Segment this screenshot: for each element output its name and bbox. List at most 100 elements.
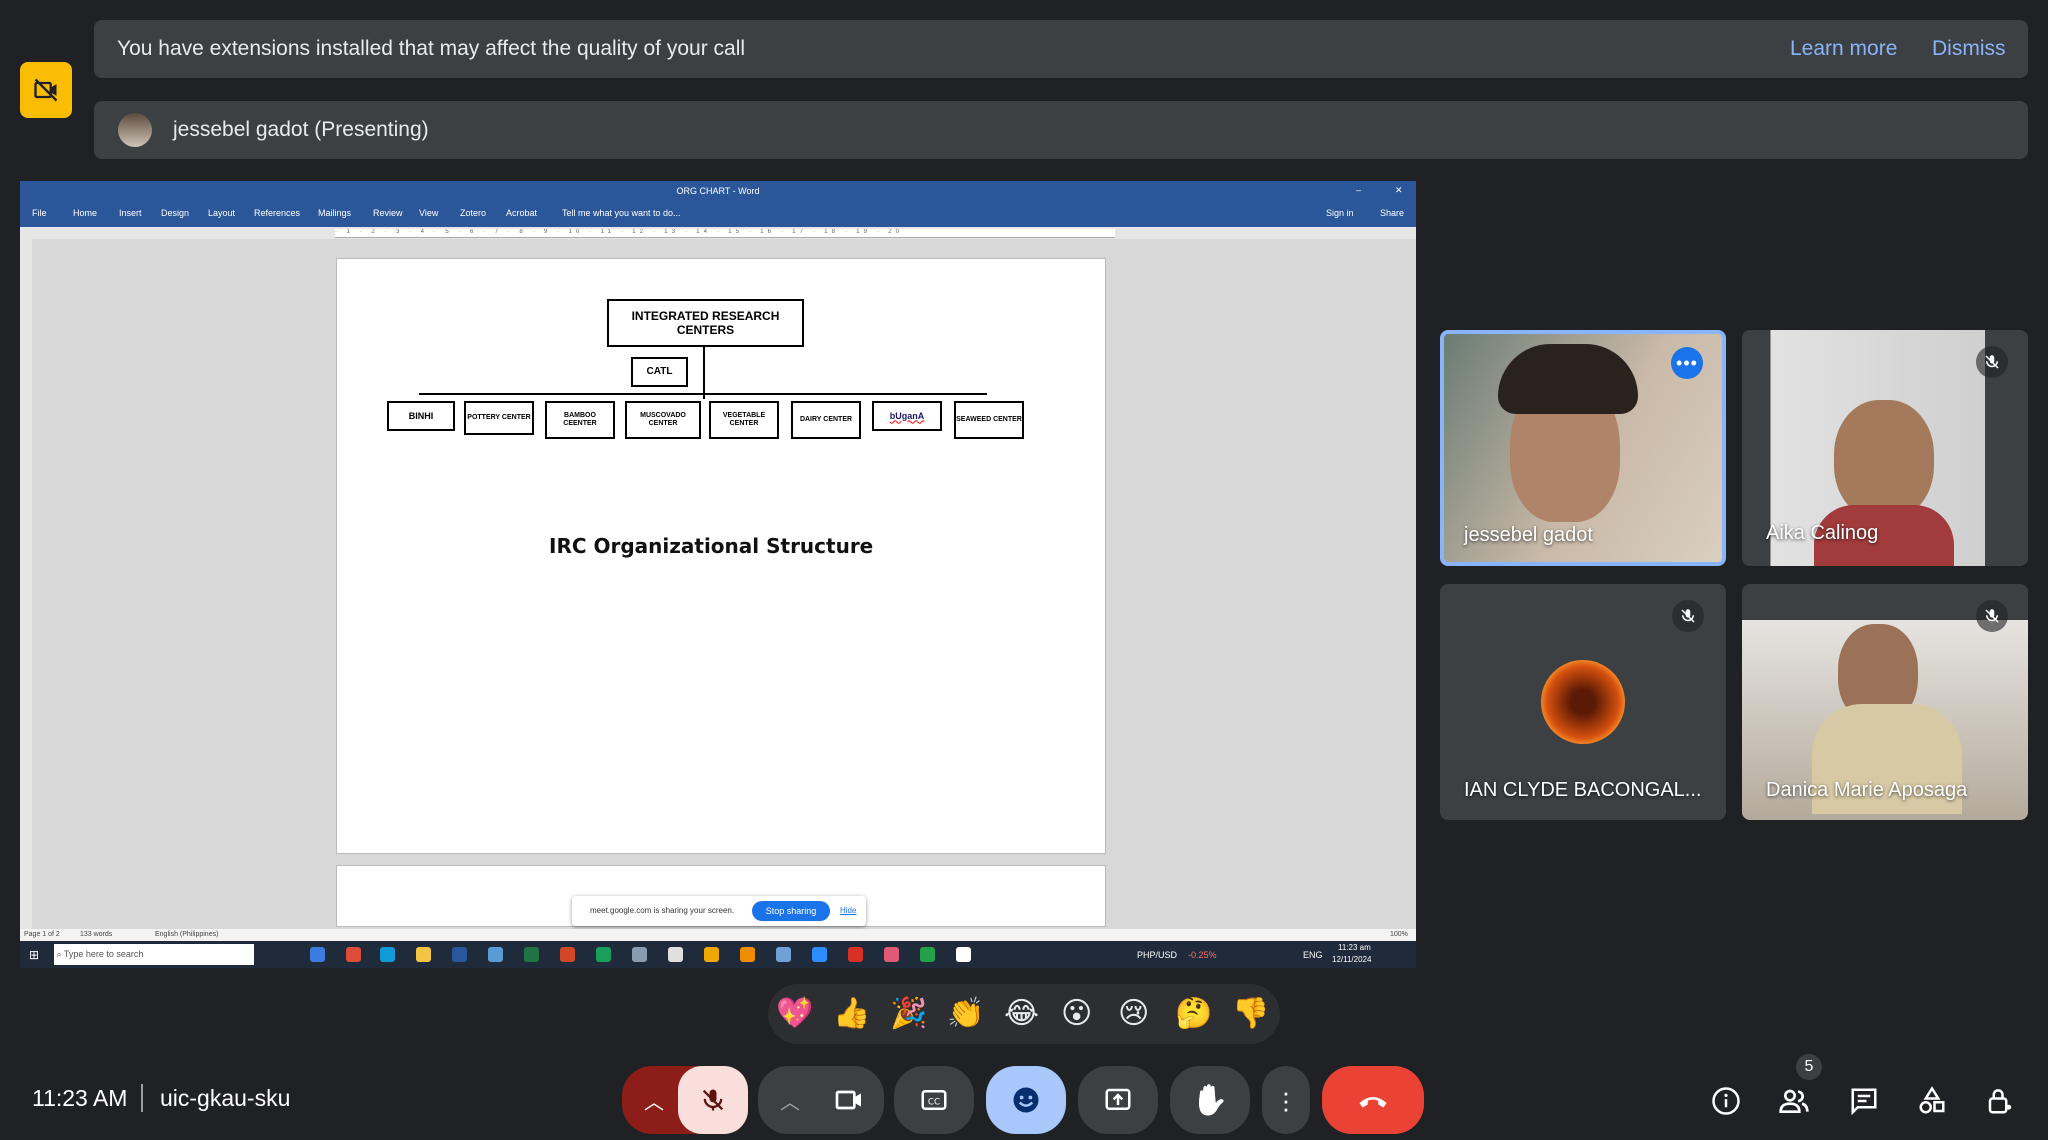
chrome-icon[interactable] bbox=[346, 947, 361, 962]
windows-start-icon[interactable]: ⊞ bbox=[29, 948, 39, 962]
word-status-bar: Page 1 of 2 133 words English (Philippin… bbox=[20, 929, 1416, 941]
participant-avatar bbox=[1541, 660, 1625, 744]
audio-options-chevron-icon[interactable]: ︿ bbox=[644, 1086, 664, 1115]
people-button[interactable] bbox=[1776, 1083, 1812, 1119]
taskbar-date[interactable]: 12/11/2024 bbox=[1332, 955, 1371, 964]
chat-icon bbox=[1851, 1088, 1877, 1116]
shared-screen: ORG CHART - Word File Home Insert Design… bbox=[20, 181, 1416, 968]
task-view-icon[interactable] bbox=[310, 947, 325, 962]
camera-off-indicator[interactable] bbox=[20, 62, 72, 118]
word-tab-insert[interactable]: Insert bbox=[119, 208, 142, 218]
org-child-box: SEAWEED CENTER bbox=[954, 401, 1024, 439]
word-title-bar: ORG CHART - Word File Home Insert Design… bbox=[20, 181, 1416, 227]
participant-tile-aika[interactable]: Aika Calinog bbox=[1742, 330, 2028, 566]
zoom-app-icon[interactable] bbox=[812, 947, 827, 962]
acrobat-icon[interactable] bbox=[848, 947, 863, 962]
reaction-thumbs-up[interactable]: 👍 bbox=[833, 994, 870, 1034]
word-tab-file[interactable]: File bbox=[32, 208, 47, 218]
meeting-details-button[interactable] bbox=[1708, 1083, 1744, 1119]
word-tab-mailings[interactable]: Mailings bbox=[318, 208, 351, 218]
org-child-box: bUganA bbox=[872, 401, 942, 431]
word-tab-view[interactable]: View bbox=[419, 208, 438, 218]
zotero-icon[interactable] bbox=[956, 947, 971, 962]
vlc-icon[interactable] bbox=[740, 947, 755, 962]
publisher-icon[interactable] bbox=[596, 947, 611, 962]
word-share[interactable]: Share bbox=[1380, 208, 1404, 218]
edge-icon[interactable] bbox=[380, 947, 395, 962]
reaction-thumbs-down[interactable]: 👎 bbox=[1232, 994, 1269, 1034]
captions-button[interactable]: CC bbox=[894, 1066, 974, 1134]
word-tab-references[interactable]: References bbox=[254, 208, 300, 218]
raise-hand-button[interactable]: ✋ bbox=[1170, 1066, 1250, 1134]
app-icon[interactable] bbox=[632, 947, 647, 962]
word-tab-design[interactable]: Design bbox=[161, 208, 189, 218]
reactions-bar: 💖 👍 🎉 👏 😂 😮 😢 🤔 👎 bbox=[768, 984, 1280, 1044]
camera-control-group: ︿ bbox=[758, 1066, 884, 1134]
app-icon-2[interactable] bbox=[884, 947, 899, 962]
calculator-icon[interactable] bbox=[776, 947, 791, 962]
reaction-clap[interactable]: 👏 bbox=[947, 994, 984, 1034]
leave-call-button[interactable] bbox=[1322, 1066, 1424, 1134]
taskbar-search[interactable]: ⌕ Type here to search bbox=[54, 944, 254, 965]
present-screen-button[interactable] bbox=[1078, 1066, 1158, 1134]
word-icon[interactable] bbox=[452, 947, 467, 962]
camera-toggle-button[interactable] bbox=[814, 1066, 884, 1134]
word-tab-layout[interactable]: Layout bbox=[208, 208, 235, 218]
reaction-sad[interactable]: 😢 bbox=[1118, 994, 1149, 1034]
closed-captions-icon: CC bbox=[921, 1090, 947, 1110]
dismiss-button[interactable]: Dismiss bbox=[1932, 37, 2006, 61]
language-status: English (Philippines) bbox=[155, 931, 219, 938]
stop-sharing-button[interactable]: Stop sharing bbox=[752, 901, 830, 921]
org-root-box: INTEGRATED RESEARCH CENTERS bbox=[607, 299, 804, 347]
participant-name: Aika Calinog bbox=[1766, 522, 1879, 544]
input-language[interactable]: ENG bbox=[1303, 950, 1323, 960]
org-child-box: VEGETABLE CENTER bbox=[709, 401, 779, 439]
word-sign-in[interactable]: Sign in bbox=[1326, 208, 1354, 218]
excel-icon[interactable] bbox=[524, 947, 539, 962]
word-tab-zotero[interactable]: Zotero bbox=[460, 208, 486, 218]
page-count: Page 1 of 2 bbox=[24, 931, 60, 938]
learn-more-link[interactable]: Learn more bbox=[1790, 37, 1897, 61]
chrome-alt-icon[interactable] bbox=[668, 947, 683, 962]
host-controls-button[interactable] bbox=[1982, 1083, 2018, 1119]
powerpoint-icon[interactable] bbox=[560, 947, 575, 962]
reaction-surprised[interactable]: 😮 bbox=[1061, 994, 1092, 1034]
close-icon[interactable]: ✕ bbox=[1395, 185, 1403, 196]
more-options-button[interactable]: · · · bbox=[1262, 1066, 1310, 1134]
document-page[interactable]: INTEGRATED RESEARCH CENTERS CATL BINHI P… bbox=[336, 258, 1106, 854]
participant-name: jessebel gadot bbox=[1464, 524, 1593, 546]
word-tab-review[interactable]: Review bbox=[373, 208, 403, 218]
lock-person-icon bbox=[1988, 1089, 2012, 1114]
participant-tile-ian[interactable]: IAN CLYDE BACONGAL... bbox=[1440, 584, 1726, 820]
info-icon bbox=[1712, 1087, 1740, 1115]
taskbar-time[interactable]: 11:23 am bbox=[1338, 943, 1371, 952]
participant-tile-danica[interactable]: Danica Marie Aposaga bbox=[1742, 584, 2028, 820]
word-tab-acrobat[interactable]: Acrobat bbox=[506, 208, 537, 218]
sticky-notes-icon[interactable] bbox=[704, 947, 719, 962]
reaction-party[interactable]: 🎉 bbox=[890, 994, 927, 1034]
word-tab-home[interactable]: Home bbox=[73, 208, 97, 218]
hide-popup-link[interactable]: Hide bbox=[840, 906, 856, 915]
reactions-button[interactable] bbox=[986, 1066, 1066, 1134]
participant-tile-jessebel[interactable]: ••• jessebel gadot bbox=[1440, 330, 1726, 566]
share-message: meet.google.com is sharing your screen. bbox=[590, 906, 735, 915]
reaction-heart[interactable]: 💖 bbox=[776, 994, 813, 1034]
reaction-laugh[interactable]: 😂 bbox=[1004, 994, 1039, 1034]
participant-name: IAN CLYDE BACONGAL... bbox=[1464, 779, 1702, 801]
outlook-icon[interactable] bbox=[488, 947, 503, 962]
org-chart-title: IRC Organizational Structure bbox=[549, 534, 874, 558]
people-icon bbox=[1779, 1089, 1809, 1113]
activities-button[interactable] bbox=[1914, 1083, 1950, 1119]
app-icon-3[interactable] bbox=[920, 947, 935, 962]
horizontal-ruler: · 1 · 2 · 3 · 4 · 5 · 6 · 7 · 8 · 9 · 10… bbox=[20, 227, 1416, 239]
more-options-icon[interactable]: ••• bbox=[1671, 347, 1703, 379]
word-tell-me[interactable]: Tell me what you want to do... bbox=[562, 208, 681, 218]
mic-toggle-button[interactable] bbox=[678, 1066, 748, 1134]
video-options-chevron-icon[interactable]: ︿ bbox=[780, 1086, 800, 1115]
activities-icon bbox=[1919, 1086, 1945, 1114]
reaction-thinking[interactable]: 🤔 bbox=[1175, 994, 1212, 1034]
file-explorer-icon[interactable] bbox=[416, 947, 431, 962]
minimize-icon[interactable]: – bbox=[1356, 185, 1361, 195]
org-child-box: BAMBOO CEENTER bbox=[545, 401, 615, 439]
chat-button[interactable] bbox=[1846, 1083, 1882, 1119]
